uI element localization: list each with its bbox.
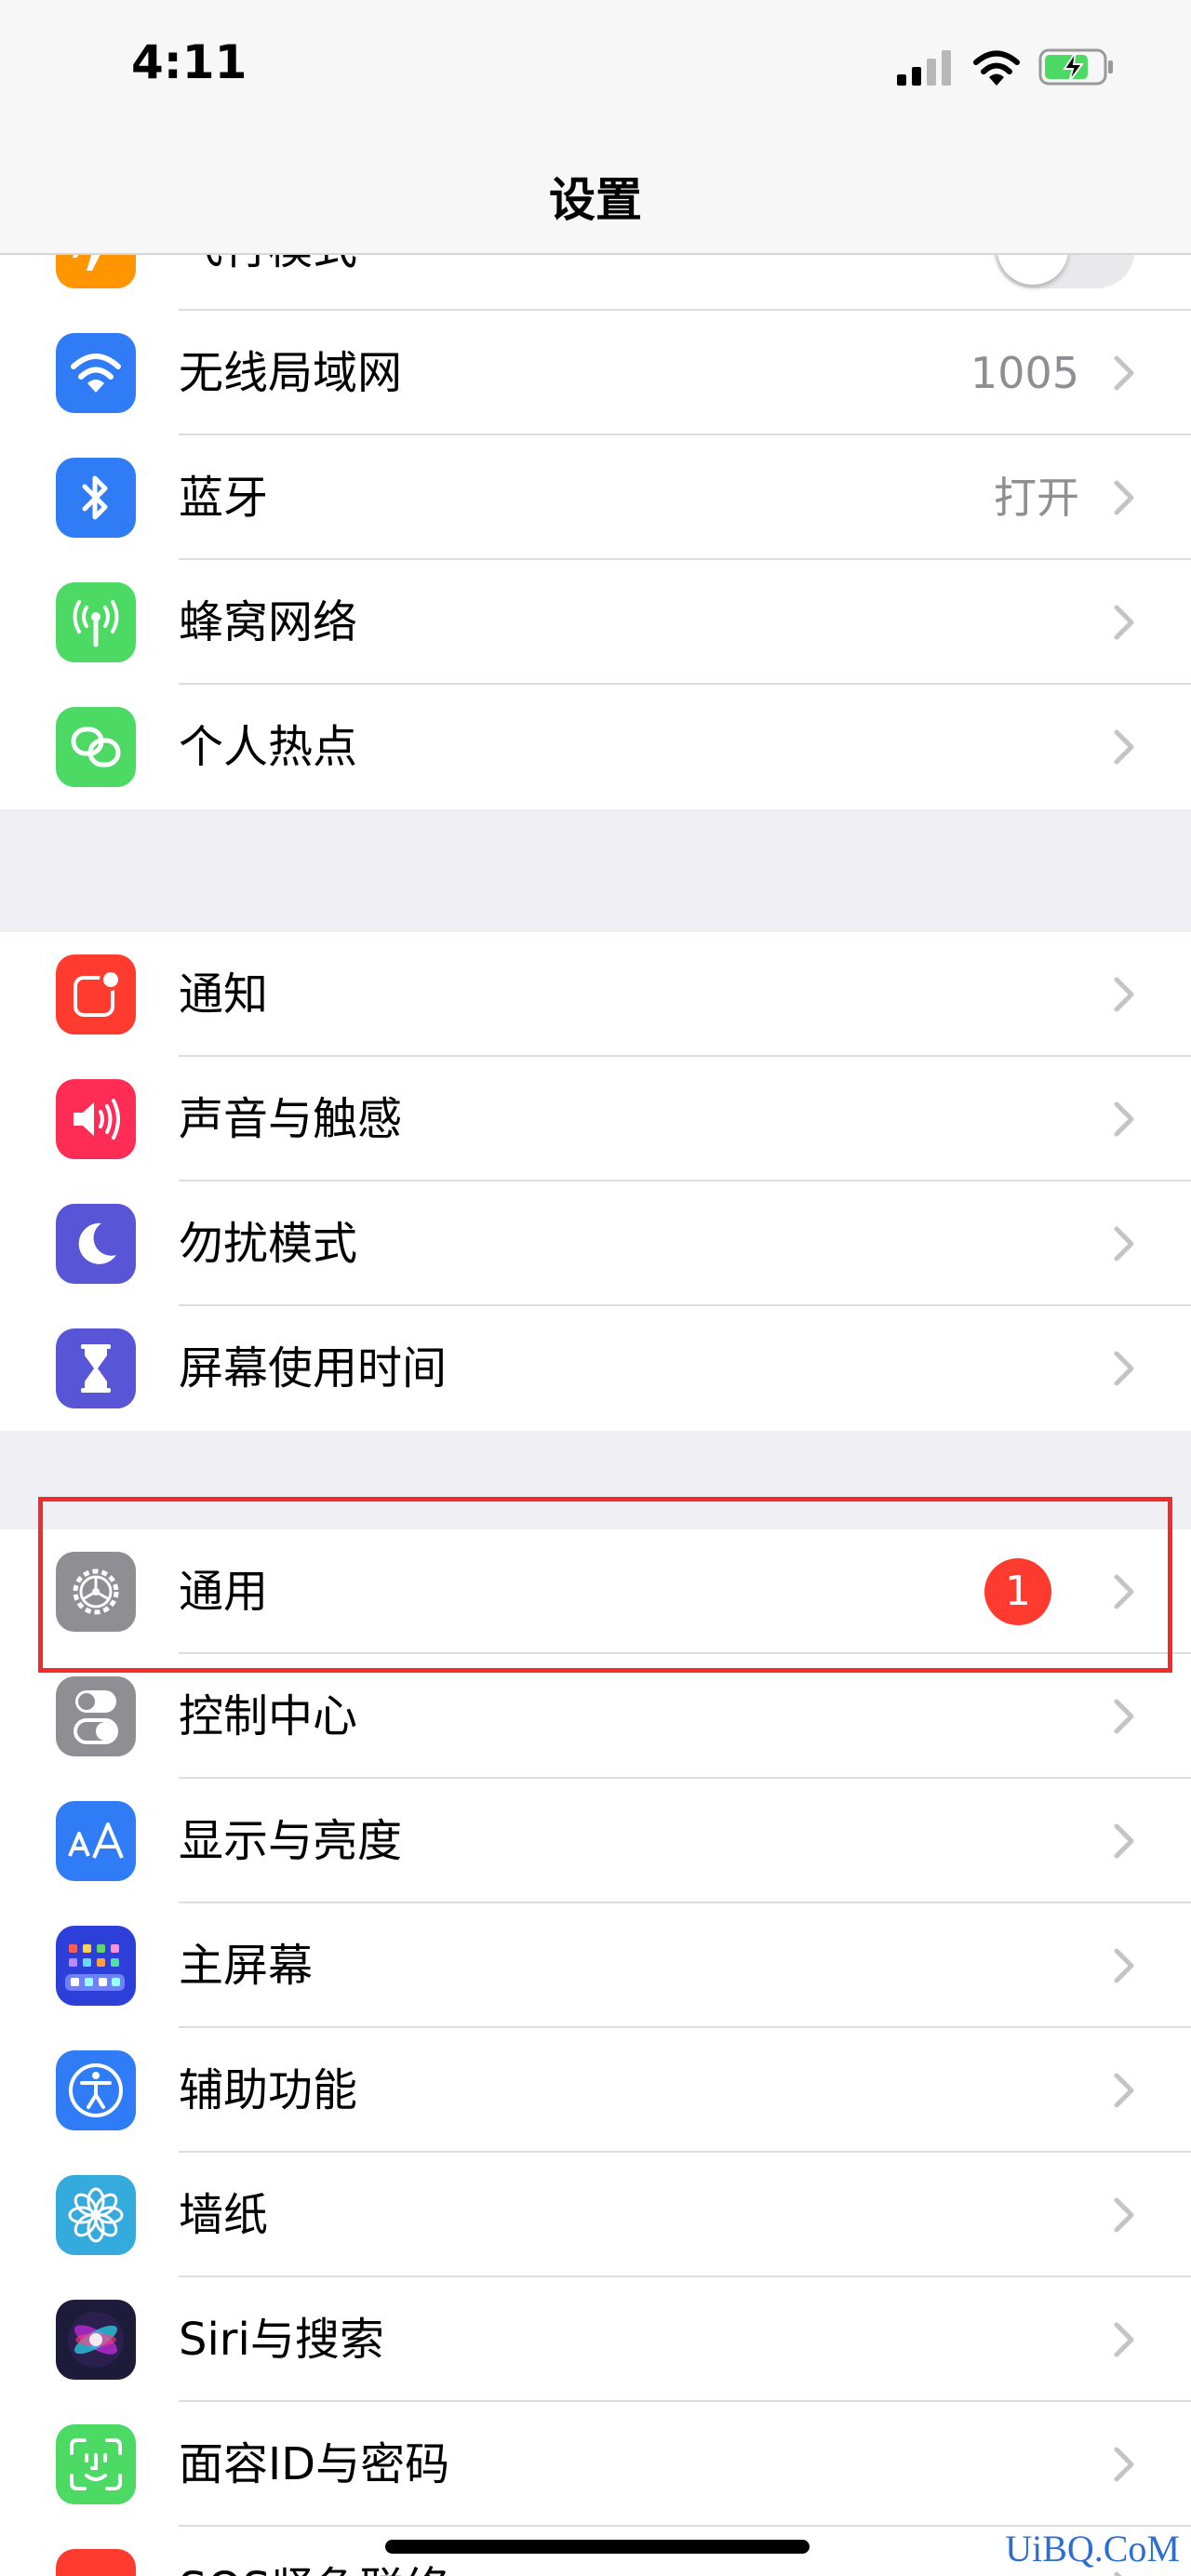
airplane-icon [56, 255, 136, 288]
chevron-right-icon [1114, 2073, 1134, 2108]
settings-row-display-brightness[interactable]: 显示与亮度 [0, 1779, 1191, 1903]
settings-row-sounds-haptics[interactable]: 声音与触感 [0, 1057, 1191, 1181]
settings-group-general: 通用 1 控制中心 显示与亮度 主屏幕 辅助功能 墙纸 Siri与搜索 面容ID… [0, 1529, 1191, 2576]
moon-icon [56, 1204, 136, 1284]
settings-row-label: 面容ID与密码 [179, 2438, 450, 2490]
settings-row-face-id-passcode[interactable]: 面容ID与密码 [0, 2402, 1191, 2527]
wifi-icon [56, 333, 136, 413]
settings-row-cellular[interactable]: 蜂窝网络 [0, 560, 1191, 685]
watermark: UiBQ.CoM [1005, 2528, 1180, 2569]
bluetooth-icon [56, 458, 136, 538]
airplane-mode-toggle[interactable] [994, 255, 1135, 288]
chevron-right-icon [1114, 2571, 1122, 2576]
settings-row-label: 墙纸 [179, 2189, 269, 2241]
settings-row-label: 控制中心 [179, 1690, 358, 1742]
status-time: 4:11 [131, 35, 248, 89]
chevron-right-icon [1114, 1948, 1134, 1983]
settings-row-label: 主屏幕 [179, 1940, 314, 1992]
settings-row-airplane-mode[interactable]: 飞行模式 [0, 255, 1191, 311]
settings-row-accessibility[interactable]: 辅助功能 [0, 2028, 1191, 2153]
settings-list[interactable]: 飞行模式 无线局域网 1005 蓝牙 打开 蜂窝网络 [0, 255, 1191, 2576]
face-id-icon [56, 2424, 136, 2504]
status-icons [897, 45, 1117, 89]
chevron-right-icon [1114, 605, 1134, 640]
navigation-bar: 设置 [0, 140, 1191, 255]
settings-row-label: 蜂窝网络 [179, 596, 358, 648]
settings-group-notifications: 通知 声音与触感 勿扰模式 屏幕使用时间 [0, 932, 1191, 1431]
flower-icon [56, 2175, 136, 2255]
settings-row-control-center[interactable]: 控制中心 [0, 1654, 1191, 1779]
antenna-icon [56, 582, 136, 662]
settings-row-label: 个人热点 [179, 721, 358, 773]
settings-row-label: 蓝牙 [179, 472, 269, 524]
hotspot-chain-icon [56, 707, 136, 787]
chevron-right-icon [1114, 1699, 1134, 1734]
highlight-box [38, 1497, 1172, 1673]
chevron-right-icon [1114, 1101, 1134, 1137]
chevron-right-icon [1114, 729, 1134, 765]
chevron-right-icon [1114, 1823, 1134, 1859]
siri-icon [56, 2300, 136, 2380]
switches-icon [56, 1676, 136, 1756]
settings-row-label: 显示与亮度 [179, 1815, 403, 1867]
accessibility-icon [56, 2050, 136, 2130]
settings-row-label: 声音与触感 [179, 1093, 403, 1145]
settings-row-wallpaper[interactable]: 墙纸 [0, 2153, 1191, 2277]
chevron-right-icon [1114, 480, 1134, 515]
chevron-right-icon [1114, 355, 1134, 391]
chevron-right-icon [1114, 2197, 1134, 2233]
hourglass-icon [56, 1328, 136, 1408]
bluetooth-value: 打开 [994, 473, 1079, 523]
chevron-right-icon [1114, 977, 1134, 1012]
wifi-network-value: 1005 [970, 348, 1079, 398]
chevron-right-icon [1114, 2322, 1134, 2357]
settings-row-home-screen[interactable]: 主屏幕 [0, 1903, 1191, 2028]
settings-row-bluetooth[interactable]: 蓝牙 打开 [0, 435, 1191, 560]
settings-row-screen-time[interactable]: 屏幕使用时间 [0, 1306, 1191, 1431]
page-title: 设置 [549, 173, 642, 227]
speaker-icon [56, 1079, 136, 1159]
home-screen-grid-icon [56, 1926, 136, 2006]
settings-row-notifications[interactable]: 通知 [0, 932, 1191, 1057]
cellular-signal-icon [897, 50, 951, 86]
text-size-icon [56, 1801, 136, 1881]
wifi-status-icon [973, 50, 1020, 86]
settings-row-label: 飞行模式 [179, 255, 357, 311]
settings-row-wifi[interactable]: 无线局域网 1005 [0, 311, 1191, 435]
toggle-knob [997, 255, 1068, 285]
settings-row-label: 辅助功能 [179, 2064, 358, 2116]
chevron-right-icon [1114, 1226, 1134, 1261]
settings-row-label: 屏幕使用时间 [179, 1342, 448, 1395]
settings-group-connectivity: 飞行模式 无线局域网 1005 蓝牙 打开 蜂窝网络 [0, 255, 1191, 809]
notifications-icon [56, 954, 136, 1034]
status-bar: 4:11 [0, 0, 1191, 140]
settings-row-siri-search[interactable]: Siri与搜索 [0, 2277, 1191, 2402]
settings-row-label: 无线局域网 [179, 347, 403, 399]
settings-row-label: 勿扰模式 [179, 1218, 358, 1270]
settings-row-personal-hotspot[interactable]: 个人热点 [0, 685, 1191, 809]
home-indicator[interactable] [385, 2540, 810, 2554]
settings-row-label: 通知 [179, 968, 269, 1021]
chevron-right-icon [1114, 1351, 1134, 1386]
chevron-right-icon [1114, 2447, 1134, 2482]
battery-charging-icon [1038, 48, 1113, 86]
settings-row-do-not-disturb[interactable]: 勿扰模式 [0, 1181, 1191, 1306]
sos-icon: SOS [56, 2549, 136, 2576]
settings-row-label: Siri与搜索 [179, 2314, 384, 2366]
